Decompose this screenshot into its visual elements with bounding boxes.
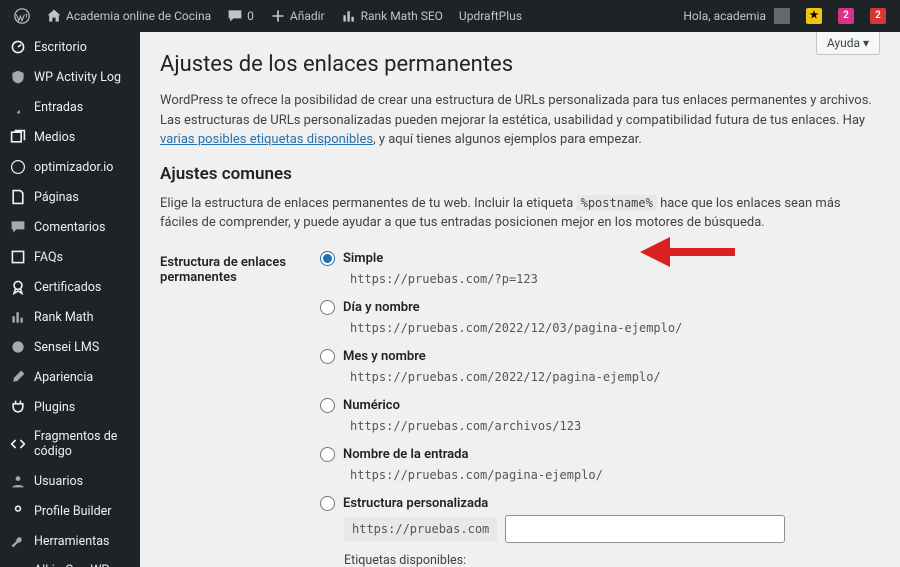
main-content: Ayuda ▾ Ajustes de los enlaces permanent… bbox=[140, 32, 900, 567]
updraft-link[interactable]: UpdraftPlus bbox=[451, 0, 530, 32]
sidebar-item-apariencia[interactable]: Apariencia bbox=[0, 362, 140, 392]
gauge-icon bbox=[10, 159, 26, 175]
comments-count: 0 bbox=[247, 9, 254, 23]
radio-numeric-label[interactable]: Numérico bbox=[343, 398, 400, 413]
admin-bar: Academia online de Cocina 0 Añadir Rank … bbox=[0, 0, 900, 32]
media-icon bbox=[10, 129, 26, 145]
profile-icon bbox=[10, 503, 26, 519]
comment-icon bbox=[227, 8, 243, 24]
url-postname: https://pruebas.com/pagina-ejemplo/ bbox=[344, 466, 880, 484]
greeting: Hola, academia bbox=[683, 9, 766, 23]
radio-numeric[interactable] bbox=[320, 398, 335, 413]
common-desc: Elige la estructura de enlaces permanent… bbox=[160, 194, 880, 233]
sidebar-item-entradas[interactable]: Entradas bbox=[0, 92, 140, 122]
account-link[interactable]: Hola, academia bbox=[675, 0, 798, 32]
radio-simple[interactable] bbox=[320, 251, 335, 266]
url-numeric: https://pruebas.com/archivos/123 bbox=[344, 417, 880, 435]
radio-postname[interactable] bbox=[320, 447, 335, 462]
users-icon bbox=[10, 473, 26, 489]
dashboard-icon bbox=[10, 39, 26, 55]
url-simple: https://pruebas.com/?p=123 bbox=[344, 270, 880, 288]
permalink-form: Estructura de enlaces permanentes Simple… bbox=[160, 247, 880, 567]
option-custom: Estructura personalizada https://pruebas… bbox=[320, 496, 880, 567]
sidebar-item-fragmentos[interactable]: Fragmentos de código bbox=[0, 422, 140, 466]
option-postname: Nombre de la entrada https://pruebas.com… bbox=[320, 447, 880, 484]
postname-tag: %postname% bbox=[577, 195, 657, 211]
sidebar-item-activity-log[interactable]: WP Activity Log bbox=[0, 62, 140, 92]
admin-sidebar: Escritorio WP Activity Log Entradas Medi… bbox=[0, 32, 140, 567]
faq-icon bbox=[10, 249, 26, 265]
add-new-link[interactable]: Añadir bbox=[262, 0, 333, 32]
common-heading: Ajustes comunes bbox=[160, 164, 880, 184]
radio-day-name-label[interactable]: Día y nombre bbox=[343, 300, 420, 315]
cert-icon bbox=[10, 279, 26, 295]
home-icon bbox=[46, 8, 62, 24]
sidebar-item-migration[interactable]: All-in-One WP Migration bbox=[0, 556, 140, 567]
page-title: Ajustes de los enlaces permanentes bbox=[160, 52, 880, 77]
chart-icon bbox=[10, 309, 26, 325]
structure-label: Estructura de enlaces permanentes bbox=[160, 247, 320, 567]
notice-2[interactable]: 2 bbox=[830, 0, 862, 32]
option-month-name: Mes y nombre https://pruebas.com/2022/12… bbox=[320, 349, 880, 386]
avatar bbox=[774, 8, 790, 24]
intro-link[interactable]: varias posibles etiquetas disponibles bbox=[160, 132, 373, 147]
sidebar-item-certificados[interactable]: Certificados bbox=[0, 272, 140, 302]
sensei-icon bbox=[10, 339, 26, 355]
sidebar-item-rankmath[interactable]: Rank Math bbox=[0, 302, 140, 332]
sidebar-item-optimizador[interactable]: optimizador.io bbox=[0, 152, 140, 182]
site-name: Academia online de Cocina bbox=[66, 9, 211, 23]
comments-link[interactable]: 0 bbox=[219, 0, 262, 32]
sidebar-item-plugins[interactable]: Plugins bbox=[0, 392, 140, 422]
custom-structure-input[interactable] bbox=[505, 515, 785, 543]
comments-icon bbox=[10, 219, 26, 235]
code-icon bbox=[10, 436, 26, 452]
sidebar-item-sensei[interactable]: Sensei LMS bbox=[0, 332, 140, 362]
custom-prefix: https://pruebas.com bbox=[344, 517, 497, 541]
radio-simple-label[interactable]: Simple bbox=[343, 251, 383, 266]
tags-available-label: Etiquetas disponibles: bbox=[344, 553, 880, 567]
page-icon bbox=[10, 189, 26, 205]
sidebar-item-profile-builder[interactable]: Profile Builder bbox=[0, 496, 140, 526]
add-label: Añadir bbox=[290, 9, 325, 23]
rank-math-link[interactable]: Rank Math SEO bbox=[333, 0, 451, 32]
brush-icon bbox=[10, 369, 26, 385]
help-tab[interactable]: Ayuda ▾ bbox=[816, 32, 880, 55]
option-day-name: Día y nombre https://pruebas.com/2022/12… bbox=[320, 300, 880, 337]
url-month-name: https://pruebas.com/2022/12/pagina-ejemp… bbox=[344, 368, 880, 386]
option-simple: Simple https://pruebas.com/?p=123 bbox=[320, 251, 880, 288]
sidebar-item-escritorio[interactable]: Escritorio bbox=[0, 32, 140, 62]
wordpress-icon bbox=[14, 8, 30, 24]
wp-logo[interactable] bbox=[6, 0, 38, 32]
option-numeric: Numérico https://pruebas.com/archivos/12… bbox=[320, 398, 880, 435]
notice-1[interactable]: ★ bbox=[798, 0, 830, 32]
sidebar-item-herramientas[interactable]: Herramientas bbox=[0, 526, 140, 556]
radio-month-name[interactable] bbox=[320, 349, 335, 364]
sidebar-item-comentarios[interactable]: Comentarios bbox=[0, 212, 140, 242]
sidebar-item-medios[interactable]: Medios bbox=[0, 122, 140, 152]
radio-custom[interactable] bbox=[320, 496, 335, 511]
radio-day-name[interactable] bbox=[320, 300, 335, 315]
plus-icon bbox=[270, 8, 286, 24]
chart-icon bbox=[341, 8, 357, 24]
sidebar-item-usuarios[interactable]: Usuarios bbox=[0, 466, 140, 496]
site-name-link[interactable]: Academia online de Cocina bbox=[38, 0, 219, 32]
wrench-icon bbox=[10, 533, 26, 549]
radio-postname-label[interactable]: Nombre de la entrada bbox=[343, 447, 468, 462]
pin-icon bbox=[10, 99, 26, 115]
url-day-name: https://pruebas.com/2022/12/03/pagina-ej… bbox=[344, 319, 880, 337]
sidebar-item-faqs[interactable]: FAQs bbox=[0, 242, 140, 272]
plug-icon bbox=[10, 399, 26, 415]
radio-month-name-label[interactable]: Mes y nombre bbox=[343, 349, 426, 364]
notice-3[interactable]: 2 bbox=[862, 0, 894, 32]
shield-icon bbox=[10, 69, 26, 85]
intro-text: WordPress te ofrece la posibilidad de cr… bbox=[160, 91, 880, 150]
radio-custom-label[interactable]: Estructura personalizada bbox=[343, 496, 488, 511]
sidebar-item-paginas[interactable]: Páginas bbox=[0, 182, 140, 212]
